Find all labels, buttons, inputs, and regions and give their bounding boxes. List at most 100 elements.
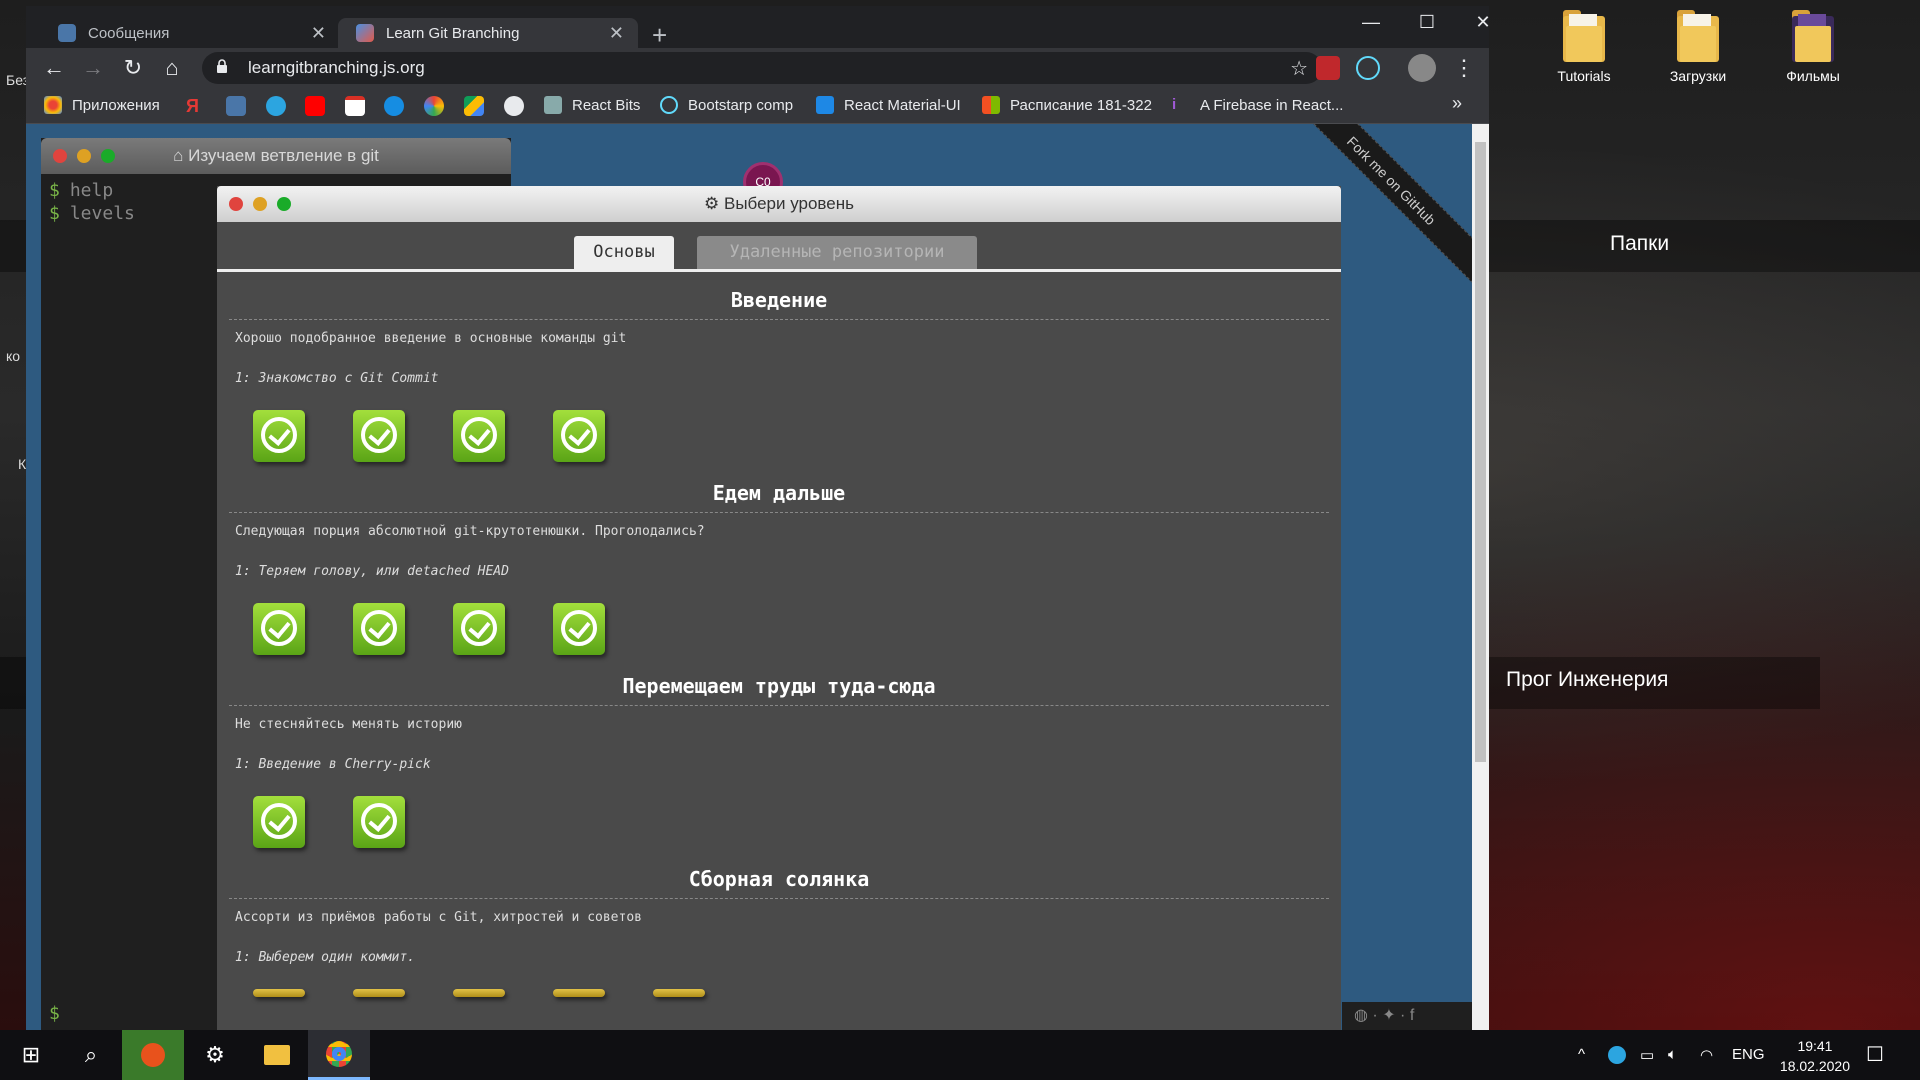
fence-title-programming: Прог Инженерия [1506, 668, 1669, 691]
desktop-folder-tutorials[interactable]: Tutorials [1534, 10, 1634, 84]
prompt: $ [49, 180, 60, 201]
tab-basics[interactable]: Основы [574, 236, 674, 269]
desktop-folder-downloads[interactable]: Загрузки [1648, 10, 1748, 84]
level-complete-icon[interactable] [353, 410, 405, 462]
close-icon[interactable]: ✕ [311, 23, 326, 44]
terminal-input[interactable]: $ [49, 1003, 60, 1024]
telegram-icon[interactable] [266, 96, 286, 116]
checkmark-icon [461, 417, 497, 453]
bookmark-apps[interactable]: Приложения [44, 96, 160, 114]
maximize-dot-icon[interactable] [101, 149, 115, 163]
level-icons [253, 410, 653, 462]
level-complete-icon[interactable] [653, 989, 705, 997]
telegram-tray-icon[interactable] [1608, 1046, 1626, 1068]
maximize-dot-icon[interactable] [277, 197, 291, 211]
terminal-titlebar: ⌂ Изучаем ветвление в git [41, 138, 511, 174]
sequence-title: Перемещаем труды туда-сюда [622, 674, 936, 698]
close-dot-icon[interactable] [53, 149, 67, 163]
github-icon[interactable] [504, 96, 524, 116]
google-drive-icon[interactable] [464, 96, 484, 116]
tray-chevron-icon[interactable]: ^ [1578, 1046, 1585, 1063]
bookmark-schedule[interactable]: Расписание 181-322 [982, 96, 1152, 114]
divider [229, 512, 1329, 513]
close-window-icon[interactable]: ✕ [1458, 12, 1508, 33]
level-icons [253, 989, 753, 997]
level-complete-icon[interactable] [353, 603, 405, 655]
twitter-icon[interactable]: ✦ [1382, 1007, 1395, 1024]
wifi-icon[interactable]: ◠ [1700, 1046, 1713, 1064]
youtube-icon[interactable] [305, 96, 325, 116]
desktop-folder-movies[interactable]: Фильмы [1763, 10, 1863, 84]
level-complete-icon[interactable] [353, 796, 405, 848]
home-icon[interactable]: ⌂ [158, 54, 186, 82]
sequence-title: Сборная солянка [688, 867, 870, 891]
bookmark-material-ui[interactable]: React Material-UI [816, 96, 961, 114]
mail-icon[interactable] [384, 96, 404, 116]
tab-learn-git-branching[interactable]: Learn Git Branching ✕ [338, 18, 638, 48]
page-scrollbar[interactable] [1472, 124, 1489, 1030]
photos-icon[interactable] [424, 96, 444, 116]
level-complete-icon[interactable] [553, 410, 605, 462]
vk-icon[interactable] [226, 96, 246, 116]
level-sequence: Едем дальше Следующая порция абсолютной g… [217, 465, 1341, 658]
notifications-icon[interactable]: ☐ [1866, 1042, 1884, 1067]
close-dot-icon[interactable] [229, 197, 243, 211]
tab-messages[interactable]: Сообщения ✕ [40, 18, 340, 48]
app-icon[interactable] [122, 1030, 184, 1080]
tab-remote[interactable]: Удаленные репозитории [697, 236, 977, 269]
gmail-icon[interactable] [345, 96, 365, 116]
file-explorer-icon[interactable] [246, 1030, 308, 1080]
minimize-dot-icon[interactable] [77, 149, 91, 163]
language-indicator[interactable]: ENG [1732, 1046, 1765, 1063]
bookmark-label: Приложения [72, 96, 160, 114]
sequence-level-hint: 1: Выберем один коммит. [235, 950, 416, 965]
level-complete-icon[interactable] [553, 989, 605, 997]
windows-start-icon[interactable]: ⊞ [0, 1030, 62, 1080]
checkmark-icon [361, 610, 397, 646]
battery-icon[interactable]: ▭ [1640, 1046, 1654, 1064]
level-complete-icon[interactable] [253, 410, 305, 462]
chrome-taskbar-icon[interactable] [308, 1030, 370, 1080]
command-text: levels [69, 203, 135, 224]
address-bar[interactable]: learngitbranching.js.org ☆ [202, 52, 1322, 84]
extension-lastpass-icon[interactable] [1316, 56, 1340, 80]
globe-icon[interactable]: ◍ [1354, 1007, 1368, 1024]
new-tab-button[interactable]: + [652, 20, 667, 51]
gear-icon: ⚙ [704, 194, 720, 213]
checkmark-icon [561, 610, 597, 646]
search-icon[interactable]: ⌕ [60, 1030, 122, 1080]
level-complete-icon[interactable] [253, 603, 305, 655]
reload-icon[interactable]: ↻ [119, 54, 147, 82]
level-complete-icon[interactable] [453, 989, 505, 997]
bookmark-firebase[interactable]: i A Firebase in React... [1172, 96, 1343, 114]
level-complete-icon[interactable] [353, 989, 405, 997]
clock[interactable]: 19:41 18.02.2020 [1780, 1036, 1850, 1076]
close-icon[interactable]: ✕ [609, 23, 624, 44]
forward-icon[interactable]: → [79, 54, 107, 82]
level-complete-icon[interactable] [253, 796, 305, 848]
scrollbar-thumb[interactable] [1475, 142, 1486, 762]
profile-avatar[interactable] [1408, 54, 1436, 82]
facebook-icon[interactable]: f [1410, 1007, 1414, 1024]
level-complete-icon[interactable] [453, 410, 505, 462]
level-complete-icon[interactable] [253, 989, 305, 997]
menu-icon[interactable]: ⋮ [1450, 54, 1478, 82]
bookmark-react-bits[interactable]: React Bits [544, 96, 640, 114]
bookmark-bootstrap[interactable]: Bootstarp comp [660, 96, 793, 114]
level-complete-icon[interactable] [453, 603, 505, 655]
react-devtools-icon[interactable] [1356, 56, 1380, 80]
back-icon[interactable]: ← [40, 54, 68, 82]
page-viewport: Fork me on GitHub C0 ⌂ Изучаем ветвление… [26, 124, 1472, 1030]
yandex-icon[interactable]: Я [186, 96, 206, 116]
bookmark-star-icon[interactable]: ☆ [1290, 56, 1308, 81]
volume-icon[interactable]: 🔈︎ [1668, 1046, 1677, 1063]
minimize-icon[interactable]: — [1346, 12, 1396, 33]
settings-gear-icon[interactable]: ⚙ [184, 1030, 246, 1080]
level-complete-icon[interactable] [553, 603, 605, 655]
material-ui-icon [816, 96, 834, 114]
bookmarks-overflow-icon[interactable]: » [1452, 93, 1462, 114]
clock-date: 18.02.2020 [1779, 1058, 1850, 1074]
maximize-icon[interactable]: ☐ [1402, 12, 1452, 33]
react-icon [660, 96, 678, 114]
minimize-dot-icon[interactable] [253, 197, 267, 211]
